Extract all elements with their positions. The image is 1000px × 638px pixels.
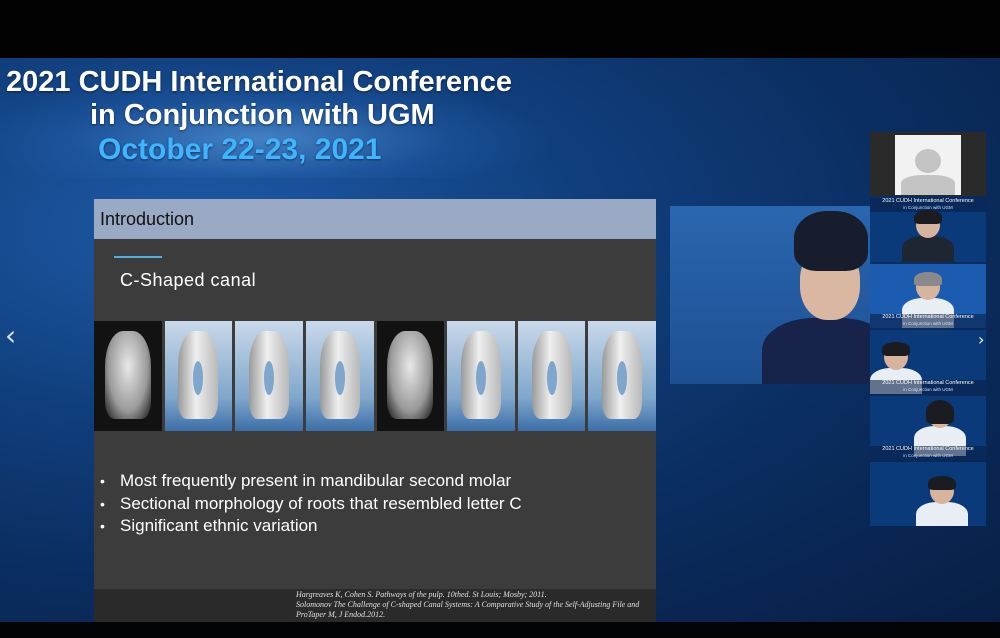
participant-tile-no-video[interactable] (870, 132, 986, 196)
reference-line: ProTaper M, J Endod.2012. (296, 610, 386, 619)
tile-caption-title: 2021 CUDH International Conference (882, 198, 974, 204)
participant-avatar (914, 400, 966, 456)
conference-date: October 22-23, 2021 (98, 133, 382, 166)
tile-caption-title: 2021 CUDH International Conference (882, 314, 974, 320)
shared-slide: Introduction C-Shaped canal • Most freque… (94, 199, 656, 623)
bottom-bar (0, 622, 1000, 638)
avatar-placeholder-icon (895, 135, 961, 195)
reference-line: Hargreaves K, Cohen S. Pathways of the p… (296, 590, 547, 599)
prev-slide-arrow-icon[interactable]: ‹ (5, 322, 16, 350)
bullet-item: • Sectional morphology of roots that rese… (100, 493, 522, 513)
tile-caption-sub: in Conjunction with UGM (903, 387, 953, 392)
references: Hargreaves K, Cohen S. Pathways of the p… (296, 590, 646, 620)
slide-header: Introduction (94, 199, 656, 239)
next-tiles-arrow-icon[interactable]: › (978, 330, 984, 349)
tooth-xray-image (376, 321, 445, 431)
participant-tile[interactable]: 2021 CUDH International Conference in Con… (870, 396, 986, 460)
tooth-scan-image (588, 321, 656, 431)
tile-caption-title: 2021 CUDH International Conference (882, 446, 974, 452)
participant-tile[interactable]: 2021 CUDH International Conference in Con… (870, 264, 986, 328)
participant-tiles: 2021 CUDH International Conference in Con… (870, 132, 986, 526)
tile-caption-sub: in Conjunction with UGM (903, 321, 953, 326)
bullet-item: • Most frequently present in mandibular s… (100, 471, 512, 490)
tooth-scan-image (235, 321, 303, 431)
participant-tile[interactable]: 2021 CUDH International Conference in Con… (870, 198, 986, 262)
tooth-scan-image (517, 321, 586, 431)
tooth-scan-image (164, 321, 233, 431)
tooth-image-strip (94, 321, 656, 431)
tile-caption-title: 2021 CUDH International Conference (882, 380, 974, 386)
top-black-bar (0, 0, 1000, 58)
participant-avatar (902, 210, 954, 262)
accent-line (114, 256, 162, 258)
bullet-item: • Significant ethnic variation (100, 516, 318, 535)
tooth-scan-image (305, 321, 374, 431)
tile-caption-sub: in Conjunction with UGM (903, 453, 953, 458)
reference-line: Solomonov The Challenge of C-shaped Cana… (296, 600, 640, 609)
participant-tile[interactable]: 2021 CUDH International Conference in Con… (870, 330, 986, 394)
conference-title-line2: in Conjunction with UGM (90, 99, 435, 131)
conference-title-line1: 2021 CUDH International Conference (6, 66, 513, 98)
bullet-list: • Most frequently present in mandibular s… (100, 470, 522, 538)
slide-header-title: Introduction (100, 209, 195, 229)
main-speaker-video (670, 206, 870, 384)
slide-subtitle: C-Shaped canal (120, 270, 257, 290)
conference-title: 2021 CUDH International Conference in Co… (6, 66, 512, 132)
participant-tile[interactable] (870, 462, 986, 526)
tooth-xray-image (94, 321, 162, 431)
tooth-scan-image (447, 321, 515, 431)
participant-avatar (916, 476, 968, 526)
